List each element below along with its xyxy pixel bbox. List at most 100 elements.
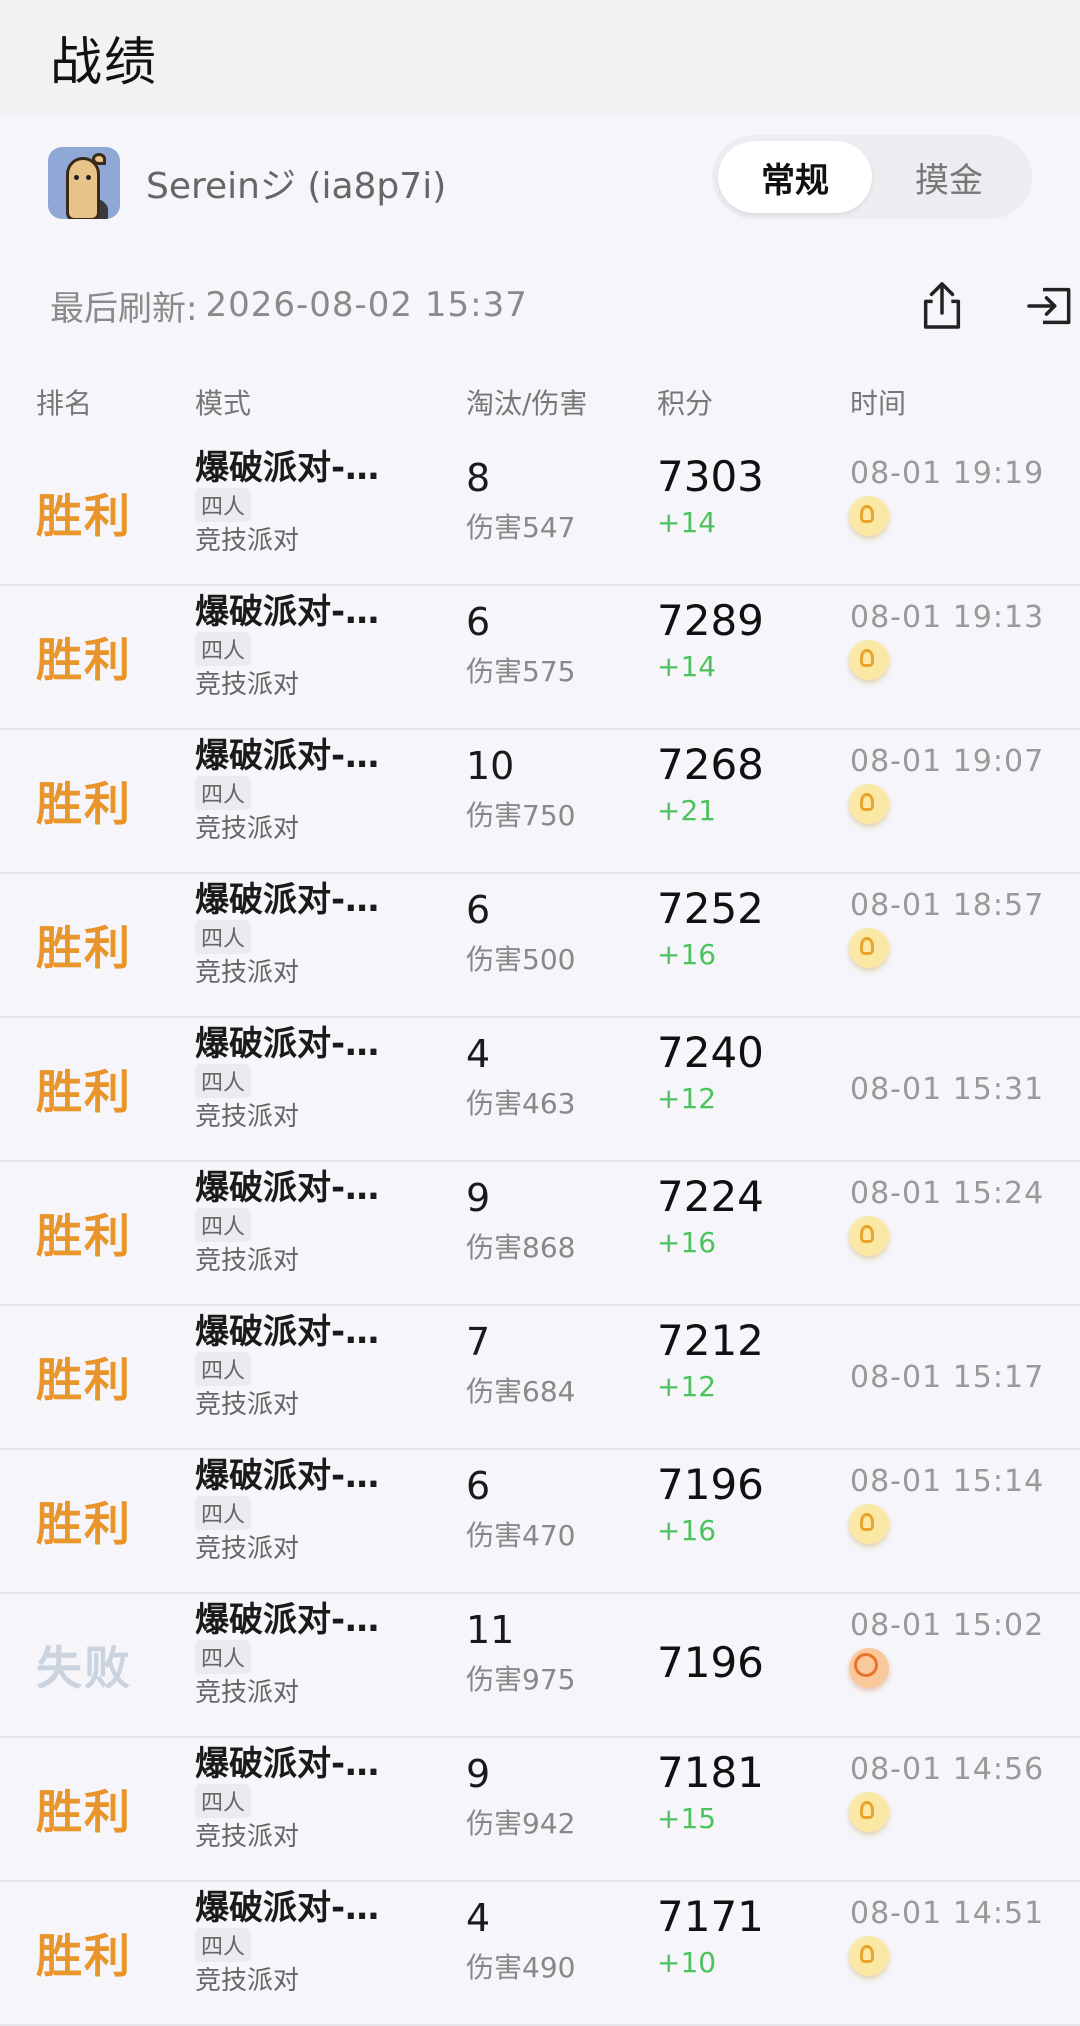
medal-icon [849, 496, 889, 536]
table-row[interactable]: 胜利 爆破派对-… 四人 竞技派对 6 伤害575 7289 +14 08-01 19:13 [0, 586, 1080, 730]
mode-subtitle: 竞技派对 [195, 1246, 300, 1276]
score-delta: +12 [657, 1082, 717, 1115]
kills-value: 4 [466, 1896, 491, 1940]
medal-icon [849, 1936, 889, 1976]
match-time: 08-01 18:57 [850, 888, 1045, 923]
table-row[interactable]: 失败 爆破派对-… 四人 竞技派对 11 伤害975 7196 08-01 15:02 [0, 1594, 1080, 1738]
score-delta: +16 [657, 938, 717, 971]
mode-subtitle: 竞技派对 [195, 1822, 300, 1852]
kills-value: 11 [466, 1608, 515, 1652]
mode-subtitle: 竞技派对 [195, 1102, 300, 1132]
page-title: 战绩 [50, 33, 159, 93]
header-rank[interactable]: 排名 [36, 382, 92, 422]
score-value: 7252 [657, 884, 764, 933]
damage-value: 伤害490 [466, 1951, 576, 1984]
team-size-tag: 四人 [195, 1352, 252, 1386]
mode-title: 爆破派对-… [195, 880, 380, 920]
tab-regular[interactable]: 常规 [718, 141, 872, 213]
table-row[interactable]: 胜利 爆破派对-… 四人 竞技派对 7 伤害684 7212 +12 08-01 15:17 [0, 1306, 1080, 1450]
result-label: 胜利 [36, 489, 132, 543]
table-header: 排名 模式 淘汰/伤害 积分 时间 [0, 362, 1080, 442]
mode-subtitle: 竞技派对 [195, 1678, 300, 1708]
match-time: 08-01 19:13 [850, 600, 1045, 635]
refresh-bar: 最后刷新: 2026-08-02 15:37 [0, 250, 1080, 360]
kills-value: 6 [466, 600, 491, 644]
username: Sereinジ (ia8p7i) [146, 165, 447, 207]
match-time: 08-01 19:07 [850, 744, 1045, 779]
result-label: 胜利 [36, 1209, 132, 1263]
mode-subtitle: 竞技派对 [195, 958, 300, 988]
medal-icon [849, 928, 889, 968]
team-size-tag: 四人 [195, 776, 252, 810]
mode-subtitle: 竞技派对 [195, 670, 300, 700]
table-row[interactable]: 胜利 爆破派对-… 四人 竞技派对 6 伤害470 7196 +16 08-01 15:14 [0, 1450, 1080, 1594]
kills-value: 9 [466, 1176, 491, 1220]
tab-mojin[interactable]: 摸金 [872, 141, 1026, 213]
profile-header: Sereinジ (ia8p7i) 常规 摸金 [0, 115, 1080, 250]
mode-title: 爆破派对-… [195, 448, 380, 488]
mode-title: 爆破派对-… [195, 1312, 380, 1352]
damage-value: 伤害470 [466, 1519, 576, 1552]
medal-icon [849, 1792, 889, 1832]
score-delta: +10 [657, 1946, 717, 1979]
team-size-tag: 四人 [195, 1064, 252, 1098]
mode-title: 爆破派对-… [195, 1744, 380, 1784]
match-time: 08-01 15:02 [850, 1608, 1045, 1643]
share-icon[interactable] [914, 278, 970, 334]
team-size-tag: 四人 [195, 488, 252, 522]
avatar[interactable] [48, 146, 120, 219]
header-score[interactable]: 积分 [657, 382, 713, 422]
team-size-tag: 四人 [195, 1928, 252, 1962]
score-value: 7240 [657, 1028, 764, 1077]
refresh-time: 2026-08-02 15:37 [205, 285, 528, 325]
score-delta: +16 [657, 1514, 717, 1547]
exit-icon[interactable] [1022, 278, 1078, 334]
table-row[interactable]: 胜利 爆破派对-… 四人 竞技派对 8 伤害547 7303 +14 08-01 19:19 [0, 442, 1080, 586]
kills-value: 9 [466, 1752, 491, 1796]
result-label: 胜利 [36, 777, 132, 831]
header-mode[interactable]: 模式 [195, 382, 251, 422]
score-delta: +12 [657, 1370, 717, 1403]
kills-value: 4 [466, 1032, 491, 1076]
match-time: 08-01 15:31 [850, 1072, 1045, 1107]
score-value: 7268 [657, 740, 764, 789]
score-value: 7196 [657, 1638, 764, 1687]
score-delta: +14 [657, 650, 717, 683]
header-time[interactable]: 时间 [850, 382, 906, 422]
damage-value: 伤害750 [466, 799, 576, 832]
damage-value: 伤害868 [466, 1231, 576, 1264]
header-kills[interactable]: 淘汰/伤害 [466, 382, 587, 422]
damage-value: 伤害547 [466, 511, 576, 544]
team-size-tag: 四人 [195, 1784, 252, 1818]
damage-value: 伤害684 [466, 1375, 576, 1408]
score-delta: +21 [657, 794, 717, 827]
mode-segmented-control: 常规 摸金 [712, 135, 1032, 219]
match-time: 08-01 19:19 [850, 456, 1045, 491]
result-label: 胜利 [36, 1065, 132, 1119]
table-row[interactable]: 胜利 爆破派对-… 四人 竞技派对 4 伤害463 7240 +12 08-01 15:31 [0, 1018, 1080, 1162]
result-label: 胜利 [36, 1497, 132, 1551]
medal-icon [849, 784, 889, 824]
damage-value: 伤害463 [466, 1087, 576, 1120]
match-time: 08-01 14:51 [850, 1896, 1045, 1931]
result-label: 胜利 [36, 1929, 132, 1983]
result-label: 胜利 [36, 1353, 132, 1407]
mode-title: 爆破派对-… [195, 1600, 380, 1640]
table-row[interactable]: 胜利 爆破派对-… 四人 竞技派对 4 伤害490 7171 +10 08-01 14:51 [0, 1882, 1080, 2026]
medal-icon [849, 1504, 889, 1544]
table-row[interactable]: 胜利 爆破派对-… 四人 竞技派对 6 伤害500 7252 +16 08-01 18:57 [0, 874, 1080, 1018]
mode-subtitle: 竞技派对 [195, 526, 300, 556]
match-time: 08-01 14:56 [850, 1752, 1045, 1787]
damage-value: 伤害942 [466, 1807, 576, 1840]
match-time: 08-01 15:14 [850, 1464, 1045, 1499]
team-size-tag: 四人 [195, 632, 252, 666]
table-row[interactable]: 胜利 爆破派对-… 四人 竞技派对 9 伤害942 7181 +15 08-01 14:56 [0, 1738, 1080, 1882]
table-row[interactable]: 胜利 爆破派对-… 四人 竞技派对 9 伤害868 7224 +16 08-01 15:24 [0, 1162, 1080, 1306]
mode-subtitle: 竞技派对 [195, 1534, 300, 1564]
damage-value: 伤害975 [466, 1663, 576, 1696]
match-list: 胜利 爆破派对-… 四人 竞技派对 8 伤害547 7303 +14 08-01 19:19 胜利… [0, 442, 1080, 2026]
result-label: 失败 [36, 1641, 132, 1695]
score-value: 7303 [657, 452, 764, 501]
kills-value: 10 [466, 744, 515, 788]
table-row[interactable]: 胜利 爆破派对-… 四人 竞技派对 10 伤害750 7268 +21 08-01 19:07 [0, 730, 1080, 874]
